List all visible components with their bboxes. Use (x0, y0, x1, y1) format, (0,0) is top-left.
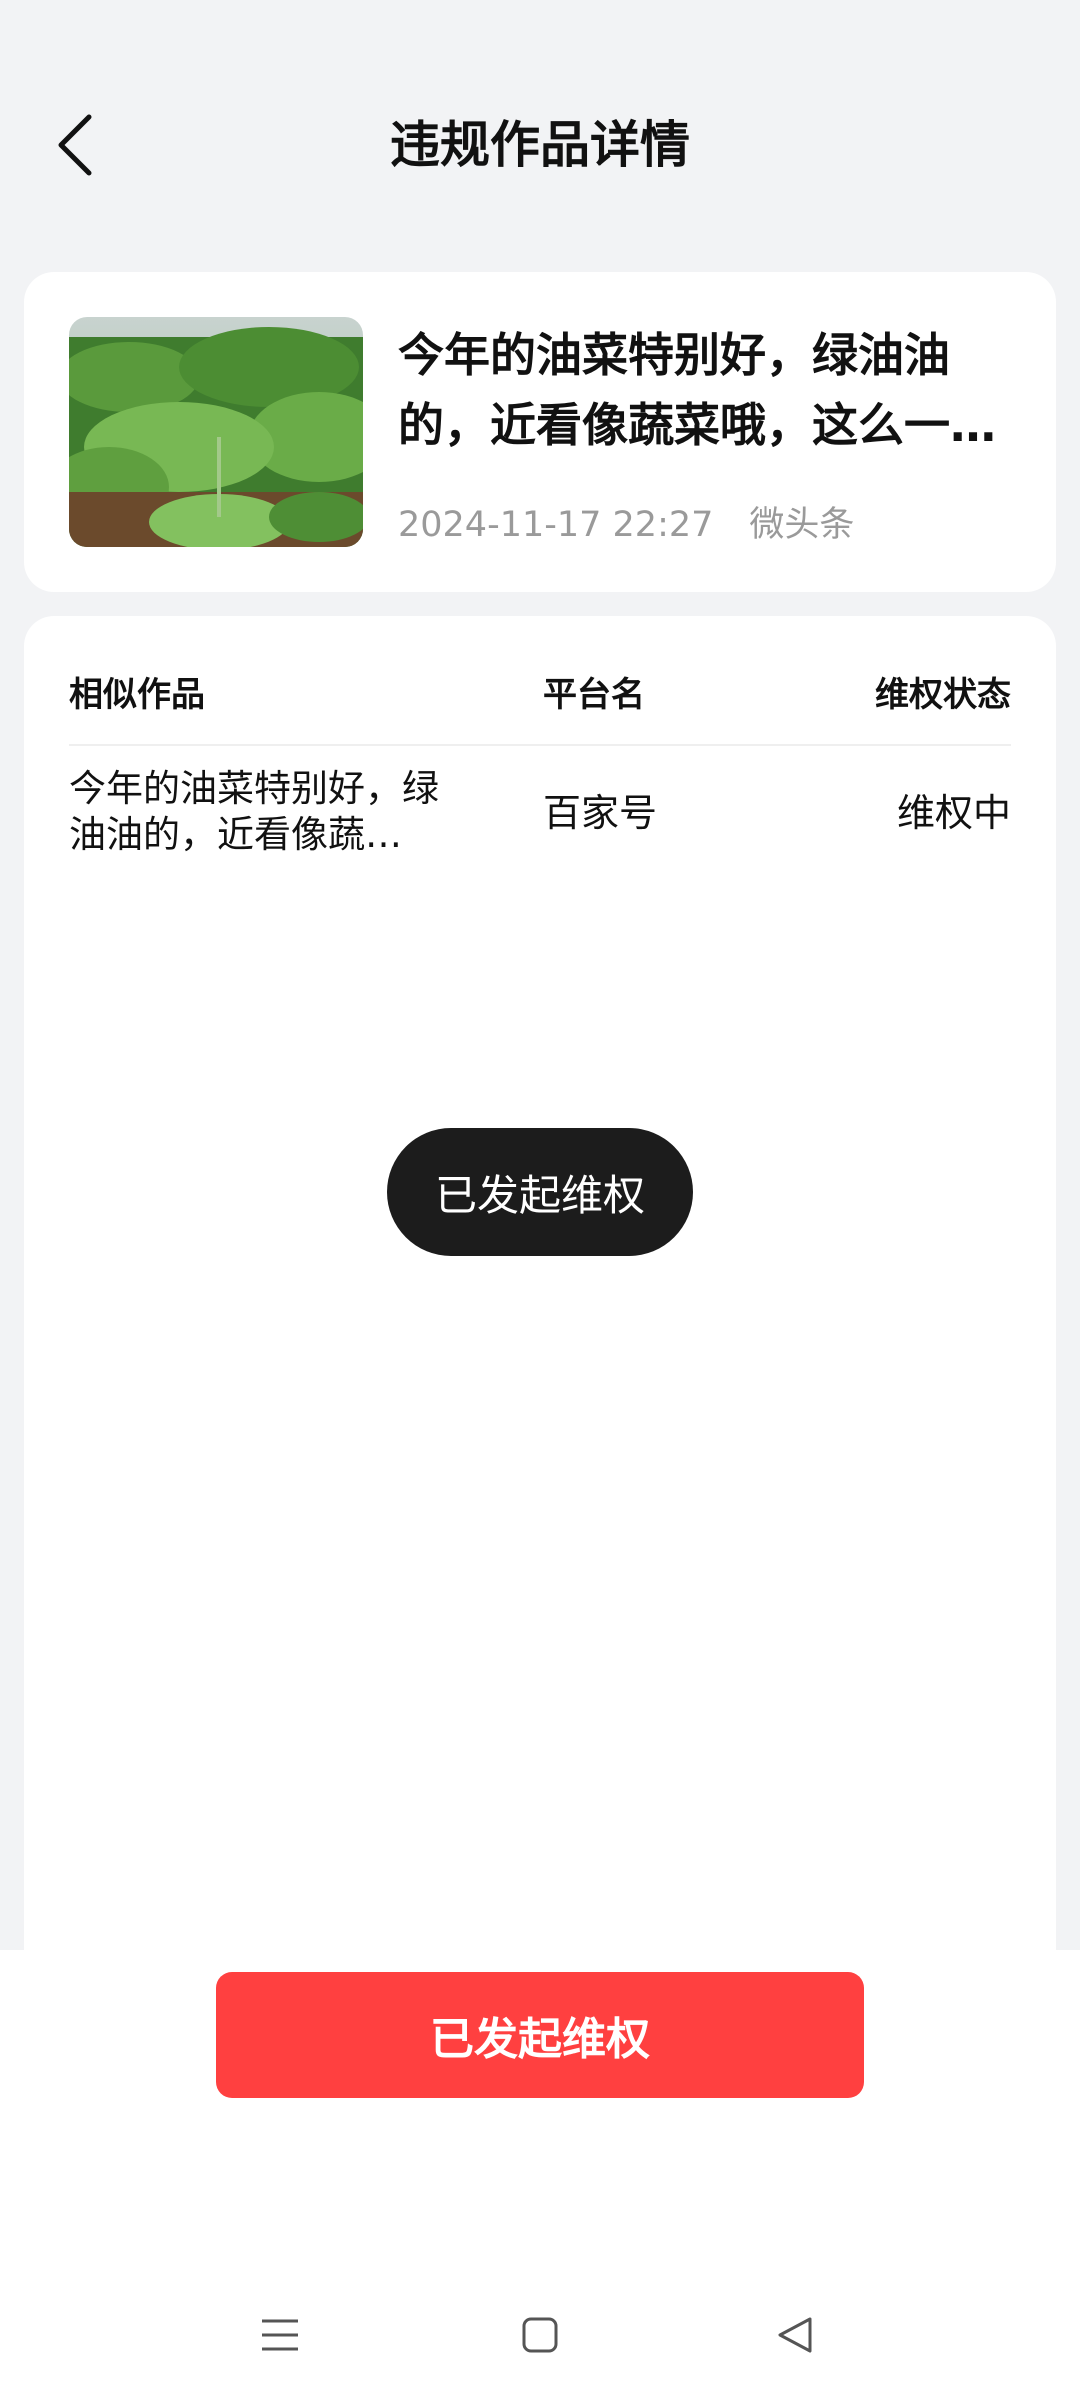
row-platform: 百家号 (543, 791, 658, 835)
back-triangle-icon (778, 2317, 812, 2353)
back-nav-button[interactable] (756, 2300, 836, 2370)
home-square-icon (522, 2317, 558, 2353)
system-nav-bar (0, 2280, 1080, 2390)
rights-protection-button[interactable]: 已发起维权 (216, 1972, 864, 2098)
row-status: 维权中 (896, 791, 1011, 835)
header-similar-works: 相似作品 (69, 675, 205, 715)
row-title: 今年的油菜特别好，绿油油的，近看像蔬… (69, 767, 439, 856)
menu-button[interactable] (240, 2300, 320, 2370)
header-platform: 平台名 (543, 675, 645, 715)
menu-icon (262, 2319, 298, 2351)
work-title: 今年的油菜特别好，绿油油的，近看像蔬菜哦，这么一… (398, 328, 996, 452)
header: 违规作品详情 (0, 0, 1080, 290)
table-row[interactable]: 今年的油菜特别好，绿油油的，近看像蔬… 百家号 维权中 (69, 766, 1011, 896)
work-thumbnail (69, 317, 363, 547)
table-header: 相似作品 平台名 维权状态 (69, 646, 1011, 746)
toast-message: 已发起维权 (387, 1128, 693, 1256)
work-platform: 微头条 (749, 505, 855, 545)
page-title: 违规作品详情 (390, 116, 690, 174)
home-button[interactable] (500, 2300, 580, 2370)
work-meta: 2024-11-17 22:27 微头条 (398, 500, 854, 550)
work-date: 2024-11-17 22:27 (398, 505, 714, 545)
header-status: 维权状态 (875, 675, 1011, 715)
similar-works-card: 相似作品 平台名 维权状态 今年的油菜特别好，绿油油的，近看像蔬… 百家号 维权… (24, 616, 1056, 1956)
work-card[interactable]: 今年的油菜特别好，绿油油的，近看像蔬菜哦，这么一… 2024-11-17 22:… (24, 272, 1056, 592)
